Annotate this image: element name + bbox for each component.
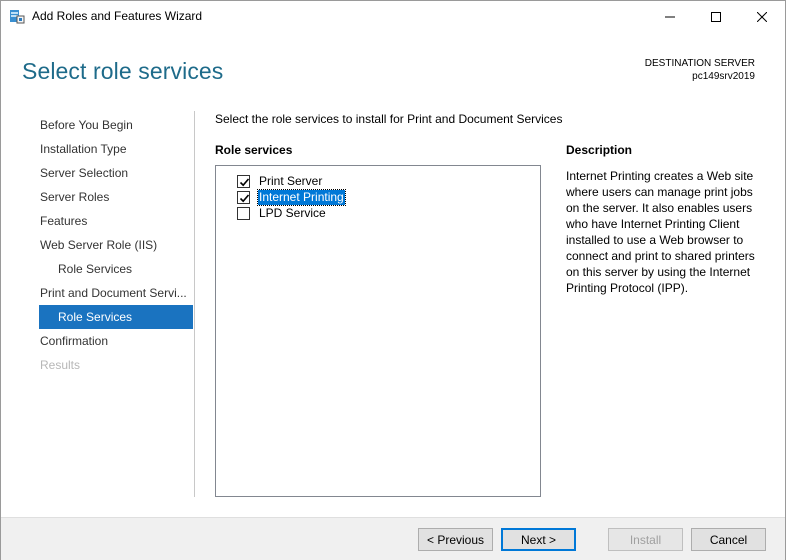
print-server-checkbox[interactable] — [237, 174, 250, 188]
role-service-label: LPD Service — [259, 205, 326, 220]
window-title: Add Roles and Features Wizard — [32, 9, 203, 23]
internet-printing-checkbox[interactable] — [237, 190, 250, 204]
description-heading: Description — [566, 143, 633, 157]
maximize-icon — [711, 11, 721, 22]
previous-button[interactable]: < Previous — [418, 528, 493, 551]
destination-server-label: DESTINATION SERVER — [644, 58, 755, 69]
server-manager-icon — [9, 8, 25, 24]
title-bar[interactable]: Add Roles and Features Wizard — [1, 1, 785, 32]
nav-divider — [194, 111, 195, 497]
close-icon — [757, 11, 767, 22]
wizard-window: Add Roles and Features Wizard Select rol… — [0, 0, 786, 560]
nav-item-before-you-begin[interactable]: Before You Begin — [39, 113, 193, 137]
wizard-footer: < Previous Next > Install Cancel — [1, 517, 785, 560]
nav-item-print-document-services[interactable]: Print and Document Servi... — [39, 281, 193, 305]
description-text: Internet Printing creates a Web site whe… — [566, 169, 755, 295]
minimize-button[interactable] — [647, 1, 693, 32]
nav-item-server-selection[interactable]: Server Selection — [39, 161, 193, 185]
nav-item-print-role-services[interactable]: Role Services — [39, 305, 193, 329]
close-button[interactable] — [739, 1, 785, 32]
role-service-label: Internet Printing — [257, 188, 346, 206]
nav-item-confirmation[interactable]: Confirmation — [39, 329, 193, 353]
nav-item-installation-type[interactable]: Installation Type — [39, 137, 193, 161]
instruction-text: Select the role services to install for … — [215, 112, 563, 126]
minimize-icon — [665, 12, 675, 22]
role-service-lpd-service[interactable]: LPD Service — [237, 205, 327, 221]
nav-item-web-server-role[interactable]: Web Server Role (IIS) — [39, 233, 193, 257]
install-button: Install — [608, 528, 683, 551]
destination-server-name: pc149srv2019 — [692, 71, 755, 82]
page-title: Select role services — [22, 58, 224, 84]
lpd-service-checkbox[interactable] — [237, 206, 250, 220]
role-services-list[interactable]: Print Server Internet Printing LPD Servi… — [215, 165, 541, 497]
cancel-button[interactable]: Cancel — [691, 528, 766, 551]
maximize-button[interactable] — [693, 1, 739, 32]
nav-item-results: Results — [40, 358, 81, 372]
role-service-label: Print Server — [259, 173, 323, 188]
nav-item-server-roles[interactable]: Server Roles — [39, 185, 193, 209]
role-service-print-server[interactable]: Print Server — [237, 173, 323, 189]
nav-item-iis-role-services[interactable]: Role Services — [39, 257, 193, 281]
role-services-heading: Role services — [215, 143, 293, 157]
next-button[interactable]: Next > — [501, 528, 576, 551]
nav-item-features[interactable]: Features — [39, 209, 193, 233]
role-service-internet-printing[interactable]: Internet Printing — [237, 188, 346, 206]
